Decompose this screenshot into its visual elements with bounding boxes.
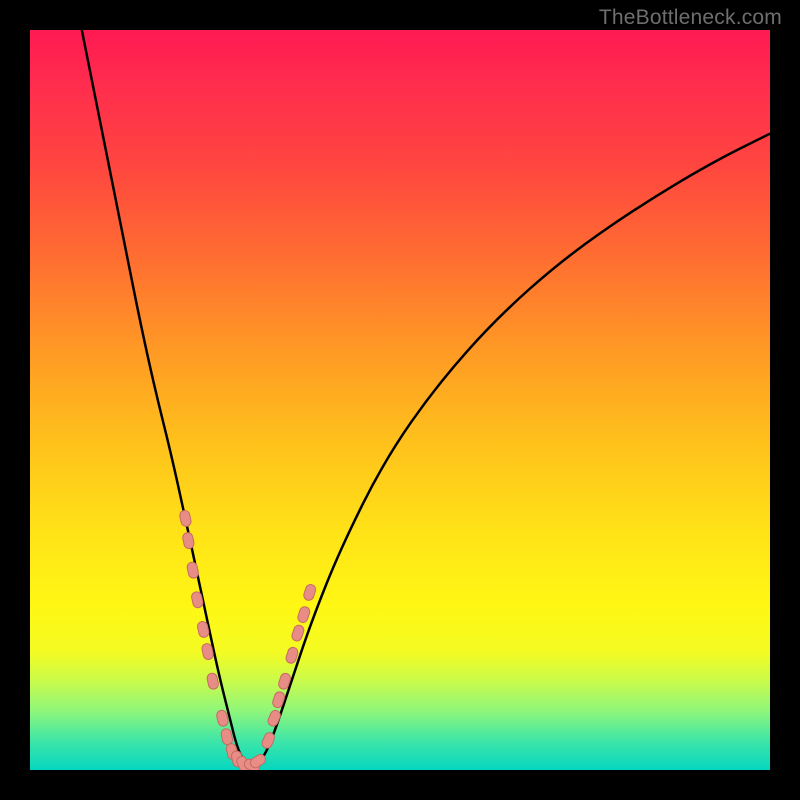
data-marker [186, 561, 199, 579]
data-marker [182, 532, 195, 550]
watermark-label: TheBottleneck.com [599, 6, 782, 30]
chart-overlay [30, 30, 770, 770]
chart-frame: TheBottleneck.com [0, 0, 800, 800]
data-marker [179, 510, 192, 528]
data-marker [297, 605, 312, 623]
data-marker [302, 583, 317, 601]
data-marker [291, 624, 306, 642]
data-marker [266, 709, 281, 728]
data-marker [206, 672, 219, 690]
plot-area [30, 30, 770, 770]
bottleneck-curve [82, 30, 770, 765]
